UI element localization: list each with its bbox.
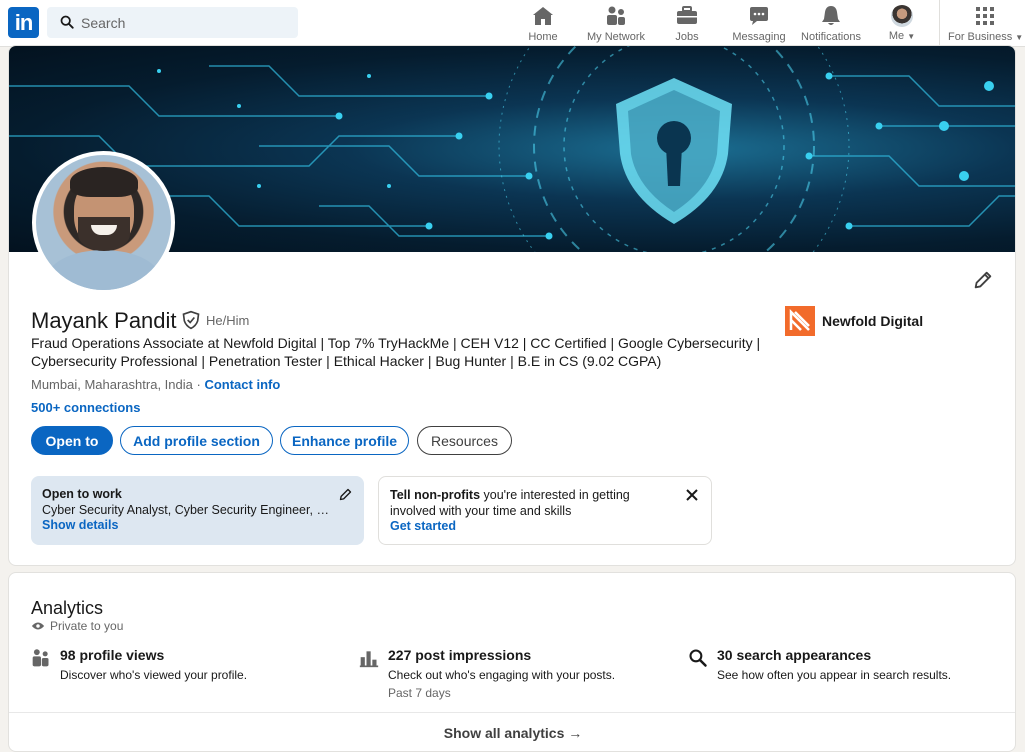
nav-divider: [939, 0, 940, 47]
show-details-link[interactable]: Show details: [42, 518, 353, 534]
add-profile-section-button[interactable]: Add profile section: [120, 426, 273, 455]
connections-link[interactable]: 500+ connections: [31, 400, 140, 415]
home-icon: [533, 7, 553, 25]
analytics-card: Analytics Private to you 98 profile view…: [8, 572, 1016, 752]
get-started-link[interactable]: Get started: [390, 519, 700, 535]
current-company[interactable]: Newfold Digital: [785, 306, 923, 336]
edit-profile-pencil-icon[interactable]: [972, 269, 994, 291]
nav-notifications-label: Notifications: [801, 31, 861, 43]
edit-pencil-icon[interactable]: [338, 487, 353, 502]
shield-lock-icon: [616, 78, 732, 224]
location-text: Mumbai, Maharashtra, India: [31, 377, 193, 392]
photo-shirt: [46, 250, 161, 290]
profile-headline: Fraud Operations Associate at Newfold Di…: [31, 335, 761, 369]
search-input[interactable]: [81, 7, 281, 38]
analytics-item-period: Past 7 days: [388, 686, 451, 700]
people-icon: [32, 649, 49, 667]
enhance-profile-button[interactable]: Enhance profile: [280, 426, 409, 455]
search-icon: [689, 649, 707, 667]
company-logo-mark: [789, 308, 810, 331]
chevron-down-icon: ▼: [907, 32, 916, 41]
nav-messaging[interactable]: Messaging: [730, 4, 788, 44]
avatar: [891, 5, 913, 27]
analytics-item-title: 30 search appearances: [717, 647, 872, 663]
bell-icon: [822, 6, 840, 25]
search-box[interactable]: [47, 7, 298, 38]
analytics-item-subtitle: See how often you appear in search resul…: [717, 668, 952, 682]
analytics-title: Analytics: [31, 598, 104, 618]
nav-me-text: Me: [888, 30, 905, 42]
nav-messaging-label: Messaging: [732, 31, 786, 43]
nav-for-business-label: For Business ▼: [948, 31, 1024, 43]
nonprofit-bold: Tell non-profits: [390, 488, 481, 502]
verified-shield-icon[interactable]: [181, 310, 201, 330]
nav-my-network[interactable]: My Network: [584, 4, 648, 44]
nav-jobs[interactable]: Jobs: [672, 4, 702, 44]
chevron-down-icon: ▼: [1015, 33, 1024, 42]
resources-button[interactable]: Resources: [417, 426, 512, 455]
location-separator: ·: [196, 377, 201, 392]
nav-notifications[interactable]: Notifications: [799, 4, 863, 44]
close-icon[interactable]: [685, 488, 699, 502]
open-to-work-roles: Cyber Security Analyst, Cyber Security E…: [42, 502, 332, 517]
nav-for-business[interactable]: For Business ▼: [948, 4, 1024, 44]
profile-card: Mayank Pandit He/Him Fraud Operations As…: [8, 45, 1016, 566]
profile-name: Mayank Pandit: [31, 308, 177, 333]
nonprofit-text: Tell non-profits you're interested in ge…: [390, 488, 650, 519]
open-to-work-card[interactable]: Open to work Cyber Security Analyst, Cyb…: [31, 476, 364, 545]
search-icon: [60, 15, 74, 29]
privacy-note: Private to you: [31, 619, 123, 633]
nonprofit-card[interactable]: Tell non-profits you're interested in ge…: [378, 476, 712, 545]
open-to-work-title: Open to work: [42, 487, 122, 501]
nav-home[interactable]: Home: [526, 4, 560, 44]
contact-info-link[interactable]: Contact info: [204, 377, 280, 392]
location-line: Mumbai, Maharashtra, India · Contact inf…: [31, 377, 280, 392]
profile-photo[interactable]: [32, 151, 175, 294]
company-name: Newfold Digital: [822, 313, 924, 329]
briefcase-icon: [677, 6, 697, 24]
nav-home-label: Home: [528, 31, 558, 43]
pronouns: He/Him: [206, 313, 250, 328]
photo-hair: [70, 167, 138, 197]
nav-jobs-label: Jobs: [675, 31, 699, 43]
privacy-text: Private to you: [50, 619, 124, 633]
nav-me[interactable]: Me ▼: [884, 4, 920, 44]
eye-icon: [31, 622, 45, 630]
network-icon: [607, 6, 625, 25]
analytics-item-title: 227 post impressions: [388, 647, 532, 663]
grid-icon: [976, 7, 994, 25]
nav-for-business-text: For Business: [948, 31, 1013, 43]
top-nav: in Home My Network Jobs Messaging Notifi…: [0, 0, 1025, 47]
analytics-item-title: 98 profile views: [60, 647, 165, 663]
nav-my-network-label: My Network: [586, 31, 646, 43]
open-to-button[interactable]: Open to: [31, 426, 113, 455]
analytics-item-subtitle: Check out who's engaging with your posts…: [388, 668, 616, 682]
show-all-analytics-button[interactable]: Show all analytics →: [9, 713, 1015, 751]
newfold-digital-logo: [785, 306, 815, 336]
bar-chart-icon: [359, 651, 379, 668]
message-icon: [750, 7, 768, 25]
analytics-item-subtitle: Discover who's viewed your profile.: [60, 668, 248, 682]
nav-me-label: Me ▼: [884, 30, 920, 42]
linkedin-logo[interactable]: in: [8, 7, 39, 38]
